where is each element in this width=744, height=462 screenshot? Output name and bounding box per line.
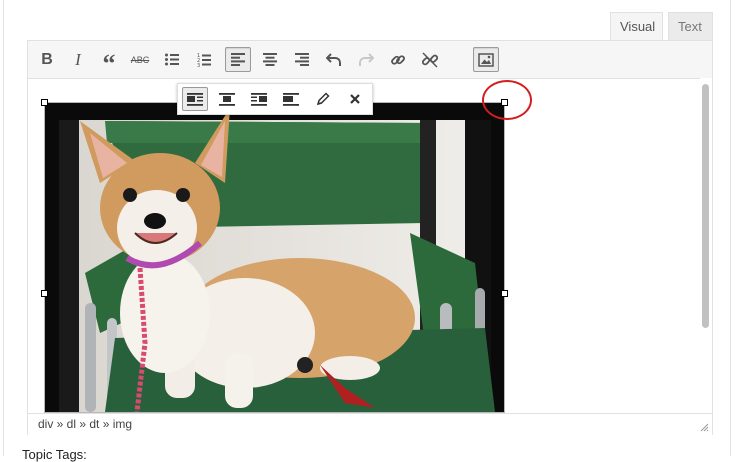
align-left-button[interactable] <box>225 47 251 72</box>
svg-text:3: 3 <box>197 63 200 67</box>
editor-panel: Visual Text B I “ ABC 1 2 3 div » dl » d… <box>3 0 731 456</box>
editor-statusbar: div » dl » dt » img <box>28 413 712 435</box>
blockquote-button[interactable]: “ <box>96 47 122 77</box>
redo-icon <box>359 52 374 66</box>
insert-link-button[interactable] <box>385 47 411 72</box>
image-inline-toolbar <box>177 83 373 115</box>
align-center-icon <box>263 53 277 66</box>
undo-button[interactable] <box>321 47 347 72</box>
align-center-button[interactable] <box>257 47 283 72</box>
topic-tags-label: Topic Tags: <box>22 447 87 462</box>
blockquote-icon: “ <box>102 49 116 78</box>
resize-handle-top-left[interactable] <box>41 99 48 106</box>
remove-image-button[interactable] <box>342 87 368 111</box>
toolbar-toggle-icon <box>478 52 494 67</box>
selected-image[interactable] <box>41 99 508 413</box>
resize-grip-icon[interactable] <box>700 423 709 432</box>
remove-image-close-icon <box>350 94 360 104</box>
remove-link-icon <box>422 51 438 68</box>
edit-image-button[interactable] <box>310 87 336 111</box>
undo-icon <box>326 52 341 66</box>
highlight-circle-annotation <box>482 80 532 120</box>
align-right-button[interactable] <box>289 47 315 72</box>
bold-button[interactable]: B <box>34 47 60 72</box>
tab-visual[interactable]: Visual <box>610 12 663 40</box>
strikethrough-icon: ABC <box>130 54 150 65</box>
image-align-left-icon <box>187 92 203 106</box>
resize-handle-middle-left[interactable] <box>41 290 48 297</box>
remove-link-button[interactable] <box>417 47 443 72</box>
bulleted-list-icon <box>165 53 179 66</box>
resize-handle-middle-right[interactable] <box>501 290 508 297</box>
image-align-right-button[interactable] <box>246 87 272 111</box>
insert-link-icon <box>391 54 405 65</box>
numbered-list-icon: 123 <box>197 53 211 67</box>
align-right-icon <box>295 53 309 66</box>
toolbar-toggle-button[interactable] <box>473 47 499 72</box>
bold-icon: B <box>41 50 53 68</box>
image-align-right-icon <box>251 92 267 106</box>
editor-content[interactable] <box>28 78 700 413</box>
align-left-icon <box>231 53 245 66</box>
image-align-none-button[interactable] <box>278 87 304 111</box>
image-align-none-icon <box>283 92 299 106</box>
editor-toolbar: B I “ ABC 123 <box>28 41 712 79</box>
italic-button[interactable]: I <box>65 47 91 72</box>
scrollbar-thumb[interactable] <box>702 84 709 328</box>
tab-text[interactable]: Text <box>668 12 713 40</box>
bulleted-list-button[interactable] <box>159 47 185 72</box>
image-align-left-button[interactable] <box>182 87 208 111</box>
element-path[interactable]: div » dl » dt » img <box>38 417 132 431</box>
editor-scrollbar[interactable] <box>700 78 712 413</box>
edit-image-pencil-icon <box>316 92 330 106</box>
italic-icon: I <box>75 49 81 69</box>
image-align-center-button[interactable] <box>214 87 240 111</box>
image-align-center-icon <box>219 92 235 106</box>
redo-button[interactable] <box>353 47 379 72</box>
rich-text-editor: B I “ ABC 123 div » dl » dt » img <box>27 40 713 435</box>
strikethrough-button[interactable]: ABC <box>127 47 153 72</box>
corgi-photo <box>45 103 504 412</box>
numbered-list-button[interactable]: 123 <box>191 47 217 72</box>
